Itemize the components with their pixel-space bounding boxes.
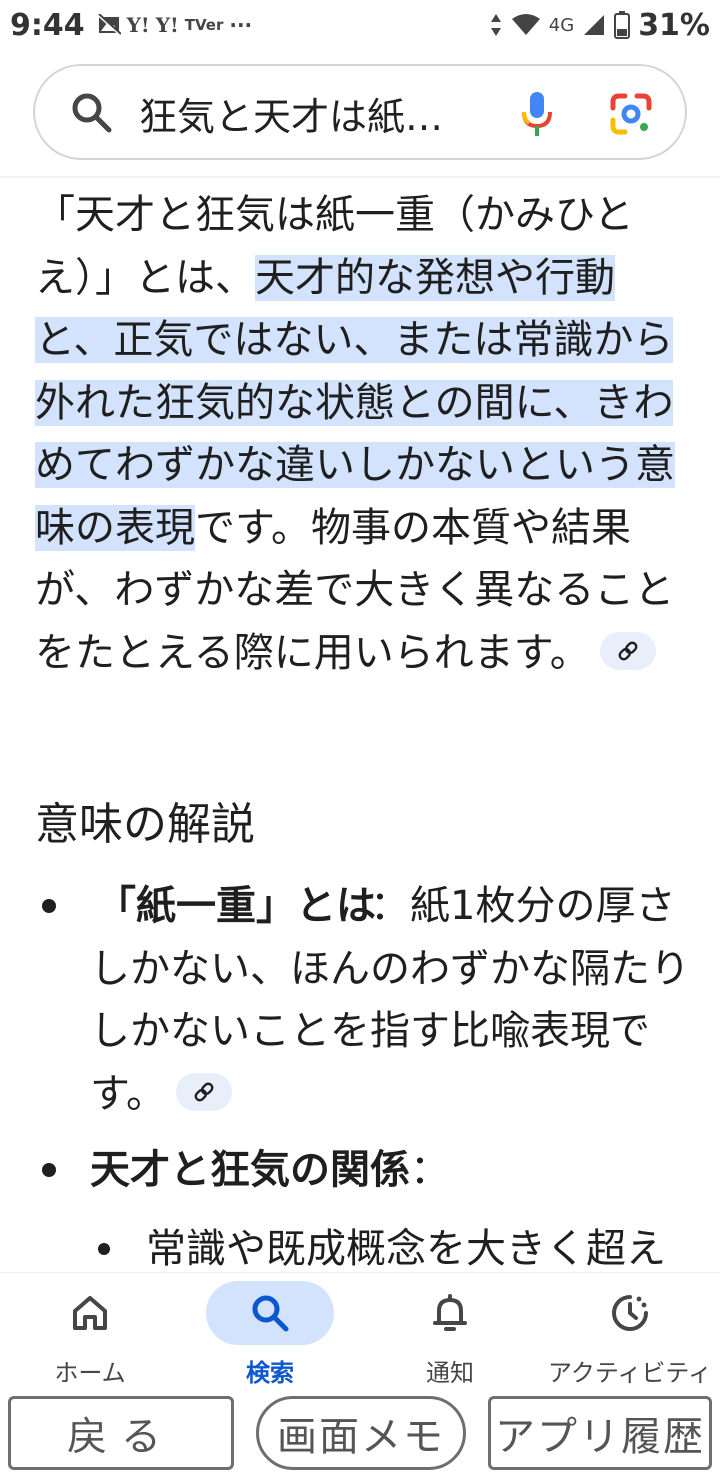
nav-activity[interactable]: アクティビティ xyxy=(540,1273,720,1389)
status-notification-icons: Y! Y! TVer ··· xyxy=(96,13,253,37)
link-icon xyxy=(194,1082,214,1101)
battery-icon xyxy=(614,11,631,39)
bullet-bold-label: 「紙一重」とは xyxy=(96,883,376,929)
signal-icon xyxy=(584,15,605,35)
screen-memo-button[interactable]: 画面メモ xyxy=(256,1396,466,1470)
section-heading: 意味の解説 xyxy=(35,799,255,850)
nav-search[interactable]: 検索 xyxy=(180,1273,360,1389)
back-button-label: 戻る xyxy=(67,1414,175,1460)
wifi-icon xyxy=(511,14,540,35)
sub-bullet-dot xyxy=(98,1243,110,1255)
screen-memo-label: 画面メモ xyxy=(277,1414,445,1460)
data-arrows-icon xyxy=(490,14,501,36)
bottom-navigation: ホーム 検索 通知 アクティビティ xyxy=(0,1272,720,1388)
ai-overview-content: 「天才と狂気は紙一重（かみひとえ）」とは、天才的な発想や行動と、正気ではない、ま… xyxy=(0,178,720,1272)
bullet-dot xyxy=(42,899,56,913)
sub-bullet-item: 常識や既成概念を大きく超え xyxy=(146,1218,716,1272)
image-off-icon xyxy=(96,14,121,36)
nav-activity-label: アクティビティ xyxy=(548,1359,712,1387)
bullet-colon: ： xyxy=(410,1147,450,1193)
activity-icon xyxy=(612,1295,648,1331)
source-link-chip[interactable] xyxy=(176,1072,232,1111)
bullet-item-relation: 天才と狂気の関係： xyxy=(90,1139,690,1202)
sub-bullet-text: 常識や既成概念を大きく超え xyxy=(146,1226,666,1272)
bullet-item-kamihitoe: 「紙一重」とは：紙1枚分の厚さしかない、ほんのわずかな隔たりしかないことを指す比… xyxy=(90,875,690,1125)
mic-icon[interactable] xyxy=(519,90,555,138)
search-icon[interactable] xyxy=(69,90,113,134)
bullet-dot xyxy=(42,1163,56,1177)
nav-home[interactable]: ホーム xyxy=(0,1273,180,1389)
search-icon xyxy=(252,1295,289,1332)
lens-icon[interactable] xyxy=(609,92,653,136)
status-bar: 9:44 Y! Y! TVer ··· 4G 31% xyxy=(0,0,720,50)
overview-paragraph: 「天才と狂気は紙一重（かみひとえ）」とは、天才的な発想や行動と、正気ではない、ま… xyxy=(35,184,690,684)
nav-home-label: ホーム xyxy=(54,1359,126,1387)
nav-notifications[interactable]: 通知 xyxy=(360,1273,540,1389)
status-time: 9:44 xyxy=(10,7,85,43)
app-history-button[interactable]: アプリ履歴 xyxy=(488,1396,712,1470)
tver-icon: TVer xyxy=(184,16,224,34)
more-dots-icon: ··· xyxy=(229,13,253,37)
battery-percent: 31% xyxy=(638,7,710,43)
search-bar[interactable]: 狂気と天才は紙… xyxy=(33,64,687,160)
source-link-chip[interactable] xyxy=(599,631,656,670)
system-button-bar: 戻る 画面メモ アプリ履歴 xyxy=(0,1388,720,1480)
bell-icon xyxy=(433,1294,467,1331)
nav-notifications-label: 通知 xyxy=(426,1359,474,1387)
back-button[interactable]: 戻る xyxy=(8,1396,234,1470)
yahoo-icon: Y! xyxy=(155,13,179,37)
status-right-icons: 4G 31% xyxy=(489,0,710,50)
network-type: 4G xyxy=(548,14,575,36)
yahoo-icon: Y! xyxy=(126,13,150,37)
home-icon xyxy=(73,1296,107,1330)
link-icon xyxy=(618,641,638,660)
app-history-label: アプリ履歴 xyxy=(495,1414,705,1460)
search-query[interactable]: 狂気と天才は紙… xyxy=(139,86,479,141)
nav-search-label: 検索 xyxy=(246,1359,294,1387)
bullet-bold-label: 天才と狂気の関係 xyxy=(90,1147,410,1193)
